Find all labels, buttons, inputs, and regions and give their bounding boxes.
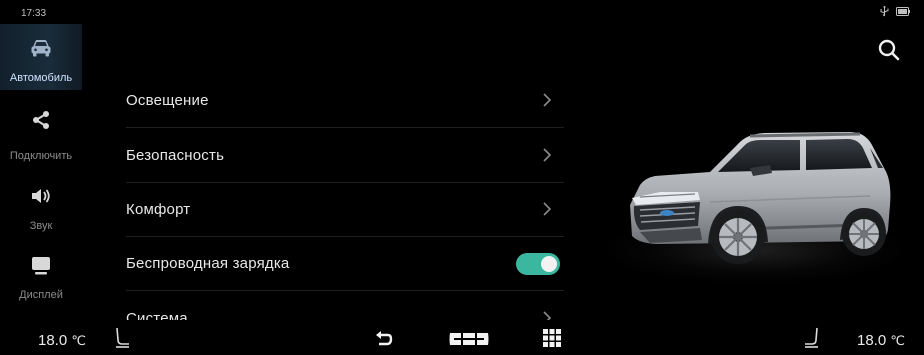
menu-item-system[interactable]: Система [126,291,564,320]
menu-item-label: Безопасность [126,147,225,164]
menu-item-safety[interactable]: Безопасность [126,128,564,183]
share-icon [0,108,82,132]
back-icon[interactable] [375,331,393,352]
sidebar-item-sound[interactable]: Звук [0,166,82,232]
menu-item-label: Освещение [126,92,209,109]
sidebar-item-display[interactable]: Дисплей [0,236,82,302]
status-icons [880,6,910,17]
menu-item-label: Система [126,310,188,320]
bottom-bar: 18.0 ℃ 18.0 ℃ [0,320,924,352]
search-icon [877,39,901,66]
menu-item-label: Беспроводная зарядка [126,255,290,272]
apps-grid-icon[interactable] [543,329,561,352]
chevron-right-icon [542,201,552,222]
temp-unit: ℃ [890,333,905,348]
menu-item-label: Комфорт [126,201,191,218]
right-temperature[interactable]: 18.0 ℃ [857,332,905,349]
speaker-icon [0,184,82,208]
settings-list: Освещение Безопасность Комфорт Беспровод… [126,73,564,320]
right-temp-value: 18.0 [857,332,887,349]
sidebar-item-connect[interactable]: Подключить [0,100,82,166]
menu-item-lighting[interactable]: Освещение [126,73,564,128]
sidebar: Автомобиль Подключить Звук Дисплей [0,24,82,314]
left-temperature[interactable]: 18.0 ℃ [38,332,86,349]
sidebar-item-label: Дисплей [19,289,63,301]
left-temp-value: 18.0 [38,332,68,349]
sidebar-item-vehicle[interactable]: Автомобиль [0,24,82,90]
left-seat-heat-icon[interactable] [112,326,132,355]
chevron-right-icon [542,310,552,320]
sidebar-item-label: Звук [29,220,53,232]
search-button[interactable] [877,38,901,67]
chevron-right-icon [542,147,552,168]
home-icon[interactable] [448,330,490,353]
right-seat-heat-icon[interactable] [802,326,822,355]
menu-item-comfort[interactable]: Комфорт [126,182,564,237]
chevron-right-icon [542,92,552,113]
clock: 17:33 [21,8,47,19]
car-settings-screen: 17:33 Автомобиль Подключить Звук Дисплей… [0,0,924,352]
display-icon [0,254,82,278]
sidebar-item-label: Автомобиль [9,72,73,84]
battery-icon [896,7,910,16]
menu-item-wireless-charging: Беспроводная зарядка [126,236,564,291]
temp-unit: ℃ [71,333,86,348]
wireless-charging-toggle[interactable] [516,253,560,275]
car-icon [0,36,82,60]
usb-icon [880,6,889,17]
toggle-knob [541,256,557,272]
vehicle-image [600,110,900,290]
sidebar-item-label: Подключить [9,150,73,162]
